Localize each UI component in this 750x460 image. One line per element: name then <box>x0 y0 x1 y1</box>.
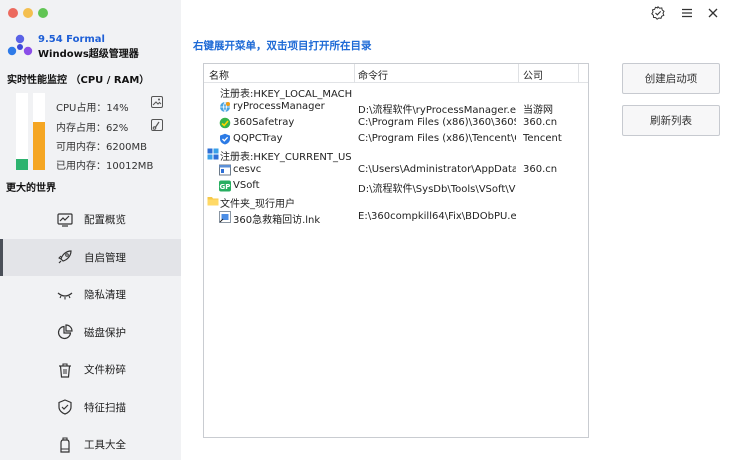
app-logo-icon <box>7 34 33 56</box>
nav-label: 文件粉碎 <box>84 364 126 377</box>
row-name: 360急救箱回访.lnk <box>233 215 321 226</box>
column-header-command[interactable]: 命令行 <box>358 67 388 82</box>
table-row[interactable]: GP VSoft D:\流程软件\SysDb\Tools\VSoft\VS... <box>204 179 588 195</box>
app-name: Windows超级管理器 <box>38 49 139 60</box>
row-name: 文件夹_现行用户 <box>220 199 295 210</box>
row-company: 360.cn <box>523 117 558 128</box>
row-name: cesvc <box>233 164 262 175</box>
pie-chart-icon <box>57 324 73 340</box>
registry-icon <box>207 148 219 160</box>
cpu-usage-bar <box>16 93 28 170</box>
available-memory-stat: 可用内存：6200MB <box>56 142 147 153</box>
column-header-name[interactable]: 名称 <box>209 67 229 82</box>
row-command: C:\Program Files (x86)\Tencent\QQ... <box>358 133 516 144</box>
vsoft-icon: GP <box>219 180 231 192</box>
column-divider[interactable] <box>518 64 519 83</box>
menu-icon[interactable] <box>680 6 694 20</box>
nav-menu: 配置概览 自启管理 隐私清理 磁盘保护 文件粉碎 特征扫描 工具大全 <box>0 201 181 460</box>
column-header-company[interactable]: 公司 <box>523 67 543 82</box>
row-name: 注册表:HKEY_LOCAL_MACHINE <box>220 89 352 100</box>
row-name: 360Safetray <box>233 117 295 128</box>
refresh-list-button[interactable]: 刷新列表 <box>622 105 720 136</box>
row-command: C:\Users\Administrator\AppData\... <box>358 164 516 175</box>
nav-item-config-overview[interactable]: 配置概览 <box>0 201 181 239</box>
row-company: 360.cn <box>523 164 558 175</box>
table-row[interactable]: cesvc C:\Users\Administrator\AppData\... 3… <box>204 163 588 179</box>
theme-badge-icon[interactable] <box>651 6 665 20</box>
table-row[interactable]: 注册表:HKEY_CURRENT_USER <box>204 147 588 163</box>
zoom-window-button[interactable] <box>38 8 48 18</box>
globe-app-icon <box>220 101 230 113</box>
360-safe-icon <box>219 117 231 129</box>
memory-usage-fill <box>33 122 45 170</box>
image-icon[interactable] <box>151 96 163 108</box>
usage-hint: 右键展开菜单，双击项目打开所在目录 <box>193 40 372 52</box>
table-row[interactable]: 注册表:HKEY_LOCAL_MACHINE <box>204 84 588 100</box>
nav-item-privacy-clean[interactable]: 隐私清理 <box>0 276 181 314</box>
toolbox-icon <box>60 437 70 453</box>
shield-check-icon <box>58 399 72 415</box>
nav-label: 工具大全 <box>84 439 126 452</box>
trash-icon <box>59 363 71 378</box>
row-name: 注册表:HKEY_CURRENT_USER <box>220 152 352 163</box>
table-row[interactable]: QQPCTray C:\Program Files (x86)\Tencent\Q… <box>204 132 588 148</box>
row-command: D:\流程软件\ryProcessManager.exe <box>358 105 516 116</box>
nav-item-disk-protect[interactable]: 磁盘保护 <box>0 314 181 352</box>
row-name: VSoft <box>233 180 260 191</box>
table-row[interactable]: 360急救箱回访.lnk E:\360compkill64\Fix\BDObPU.… <box>204 210 588 226</box>
table-row[interactable]: 360Safetray C:\Program Files (x86)\360\36… <box>204 116 588 132</box>
nav-label: 自启管理 <box>84 251 126 264</box>
row-command: D:\流程软件\SysDb\Tools\VSoft\VS... <box>358 184 516 195</box>
sidebar: 9.54 Formal Windows超级管理器 实时性能监控 （CPU / R… <box>0 0 181 460</box>
row-company: Tencent <box>523 133 562 144</box>
clean-icon[interactable] <box>151 119 163 131</box>
startup-list[interactable]: 名称 命令行 公司 注册表:HKEY_LOCAL_MACHINEryProces… <box>203 63 589 438</box>
window-app-icon <box>219 164 231 176</box>
app-version: 9.54 Formal <box>38 34 105 45</box>
slogan: 更大的世界 <box>6 183 56 194</box>
row-command: C:\Program Files (x86)\360\360Safe... <box>358 117 516 128</box>
rocket-icon <box>58 250 72 264</box>
nav-label: 磁盘保护 <box>84 326 126 339</box>
row-company: 当游网 <box>523 105 553 116</box>
folder-icon <box>207 197 219 206</box>
row-name: QQPCTray <box>233 133 283 144</box>
table-row[interactable]: 文件夹_现行用户 <box>204 194 588 210</box>
column-divider[interactable] <box>578 64 579 83</box>
minimize-window-button[interactable] <box>23 8 33 18</box>
nav-label: 特征扫描 <box>84 401 126 414</box>
qq-pc-manager-icon <box>220 133 230 145</box>
nav-item-startup-manager[interactable]: 自启管理 <box>0 238 181 276</box>
shortcut-icon <box>219 211 231 223</box>
row-name: ryProcessManager <box>233 101 325 112</box>
monitor-chart-icon <box>57 213 73 227</box>
nav-label: 隐私清理 <box>84 289 126 302</box>
list-header: 名称 命令行 公司 <box>204 64 588 83</box>
perf-monitor-title: 实时性能监控 （CPU / RAM） <box>7 75 150 86</box>
cpu-usage-fill <box>16 159 28 170</box>
close-icon[interactable] <box>706 6 720 20</box>
memory-stat: 内存占用：62% <box>56 123 129 134</box>
nav-label: 配置概览 <box>84 214 126 227</box>
row-command: E:\360compkill64\Fix\BDObPU.exe <box>358 211 516 222</box>
memory-usage-bar <box>33 93 45 170</box>
table-row[interactable]: ryProcessManager D:\流程软件\ryProcessManager… <box>204 100 588 116</box>
close-window-button[interactable] <box>8 8 18 18</box>
nav-item-toolbox[interactable]: 工具大全 <box>0 426 181 460</box>
eye-closed-icon <box>57 292 73 300</box>
create-startup-item-button[interactable]: 创建启动项 <box>622 63 720 94</box>
nav-item-file-shredder[interactable]: 文件粉碎 <box>0 351 181 389</box>
nav-item-signature-scan[interactable]: 特征扫描 <box>0 389 181 427</box>
svg-text:GP: GP <box>220 183 231 191</box>
window-controls <box>8 8 48 18</box>
cpu-stat: CPU占用：14% <box>56 103 129 114</box>
used-memory-stat: 已用内存：10012MB <box>56 161 154 172</box>
column-divider[interactable] <box>354 64 355 83</box>
